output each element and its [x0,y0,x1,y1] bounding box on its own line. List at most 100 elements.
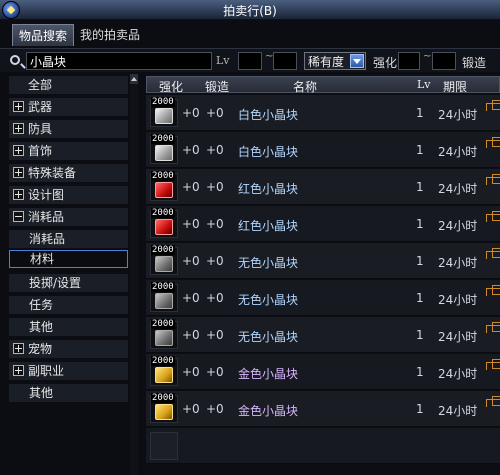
table-row[interactable]: 2000 +0 +0 无色小晶块 1 24小时 [146,280,500,316]
search-input[interactable] [26,52,212,70]
item-quantity: 2000 [151,97,175,107]
header-name[interactable]: 名称 [293,78,317,95]
table-row[interactable]: 2000 +0 +0 金色小晶块 1 24小时 [146,354,500,390]
tab-bar: 物品搜索 我的拍卖品 [12,24,146,46]
cell-forge: +0 [206,291,224,305]
cell-expire: 24小时 [438,404,478,418]
table-row-empty[interactable] [146,428,500,464]
rarity-dropdown[interactable]: 稀有度 [304,52,366,70]
cell-item-name: 白色小晶块 [238,108,299,122]
gold-crystal-icon: 2000 [150,393,178,423]
cell-expire: 24小时 [438,293,478,307]
subcategory-materials[interactable]: 材料 [9,250,128,268]
category-special-equipment[interactable]: 特殊装备 [9,164,128,182]
row-action-icon[interactable] [486,359,500,370]
header-expire[interactable]: 期限 [443,78,467,95]
results-table: 强化 锻造 名称 Lv 期限 2000 +0 +0 白色小晶块 1 24小时 2… [146,74,500,475]
collapse-minus-icon[interactable] [13,211,24,222]
item-quantity: 2000 [151,356,175,366]
item-quantity: 2000 [151,319,175,329]
subcategory-other[interactable]: 其他 [9,318,128,336]
category-scrollbar[interactable] [130,74,138,475]
table-row[interactable]: 2000 +0 +0 红色小晶块 1 24小时 [146,169,500,205]
level-max-input[interactable] [273,52,297,70]
strengthen-min-input[interactable] [398,52,420,70]
category-label: 任务 [29,298,54,312]
subcategory-quest[interactable]: 任务 [9,296,128,314]
cell-expire: 24小时 [438,219,478,233]
category-panel: 全部 武器 防具 首饰 特殊装备 设计图 消耗品 消耗品 材料 投掷/设置 任务… [9,74,140,475]
item-quantity: 2000 [151,171,175,181]
cell-item-name: 白色小晶块 [238,145,299,159]
tab-my-auctions[interactable]: 我的拍卖品 [74,24,146,46]
item-quantity: 2000 [151,282,175,292]
category-label: 首饰 [28,144,53,158]
chevron-down-icon[interactable] [350,54,364,68]
row-action-icon[interactable] [486,248,500,259]
level-min-input[interactable] [238,52,262,70]
cell-expire: 24小时 [438,367,478,381]
table-row[interactable]: 2000 +0 +0 红色小晶块 1 24小时 [146,206,500,242]
header-level[interactable]: Lv [417,78,431,91]
category-consumables[interactable]: 消耗品 [9,208,128,226]
category-weapons[interactable]: 武器 [9,98,128,116]
row-action-icon[interactable] [486,396,500,407]
category-jewelry[interactable]: 首饰 [9,142,128,160]
strengthen-label: 强化 [373,56,398,70]
tab-item-search[interactable]: 物品搜索 [12,24,75,46]
table-row[interactable]: 2000 +0 +0 白色小晶块 1 24小时 [146,95,500,131]
expand-plus-icon[interactable] [13,101,24,112]
category-side-jobs[interactable]: 副职业 [9,362,128,380]
category-label: 防具 [28,122,53,136]
row-action-icon[interactable] [486,285,500,296]
cell-item-name: 无色小晶块 [238,256,299,270]
category-label: 消耗品 [28,210,65,224]
expand-plus-icon[interactable] [13,189,24,200]
colorless-crystal-icon: 2000 [150,245,178,275]
category-blueprints[interactable]: 设计图 [9,186,128,204]
row-action-icon[interactable] [486,100,500,111]
expand-plus-icon[interactable] [13,145,24,156]
category-other[interactable]: 其他 [9,384,128,402]
table-row[interactable]: 2000 +0 +0 金色小晶块 1 24小时 [146,391,500,427]
cell-level: 1 [416,254,424,268]
scroll-up-arrow-icon[interactable] [130,74,138,84]
empty-item-slot [150,432,178,460]
cell-item-name: 金色小晶块 [238,367,299,381]
row-action-icon[interactable] [486,137,500,148]
expand-plus-icon[interactable] [13,167,24,178]
table-header: 强化 锻造 名称 Lv 期限 [146,76,500,95]
cell-level: 1 [416,180,424,194]
category-armor[interactable]: 防具 [9,120,128,138]
row-action-icon[interactable] [486,174,500,185]
category-all[interactable]: 全部 [9,76,128,94]
row-action-icon[interactable] [486,211,500,222]
item-quantity: 2000 [151,134,175,144]
cell-forge: +0 [206,217,224,231]
table-row[interactable]: 2000 +0 +0 无色小晶块 1 24小时 [146,317,500,353]
rarity-value: 稀有度 [308,55,345,69]
forge-label: 锻造 [462,56,487,70]
table-row[interactable]: 2000 +0 +0 白色小晶块 1 24小时 [146,132,500,168]
header-strengthen[interactable]: 强化 [159,78,183,95]
row-action-icon[interactable] [486,322,500,333]
table-row[interactable]: 2000 +0 +0 无色小晶块 1 24小时 [146,243,500,279]
expand-plus-icon[interactable] [13,365,24,376]
cell-level: 1 [416,328,424,342]
cell-level: 1 [416,143,424,157]
expand-plus-icon[interactable] [13,123,24,134]
subcategory-consumables[interactable]: 消耗品 [9,230,128,248]
search-icon[interactable] [10,55,20,65]
cell-level: 1 [416,217,424,231]
strengthen-range-separator: ~ [423,51,432,62]
colorless-crystal-icon: 2000 [150,319,178,349]
strengthen-max-input[interactable] [432,52,456,70]
header-forge[interactable]: 锻造 [205,78,229,95]
category-pets[interactable]: 宠物 [9,340,128,358]
cell-forge: +0 [206,254,224,268]
category-label: 材料 [30,252,55,266]
subcategory-throwables[interactable]: 投掷/设置 [9,274,128,292]
expand-plus-icon[interactable] [13,343,24,354]
cell-level: 1 [416,365,424,379]
window-title: 拍卖行(B) [223,4,277,18]
